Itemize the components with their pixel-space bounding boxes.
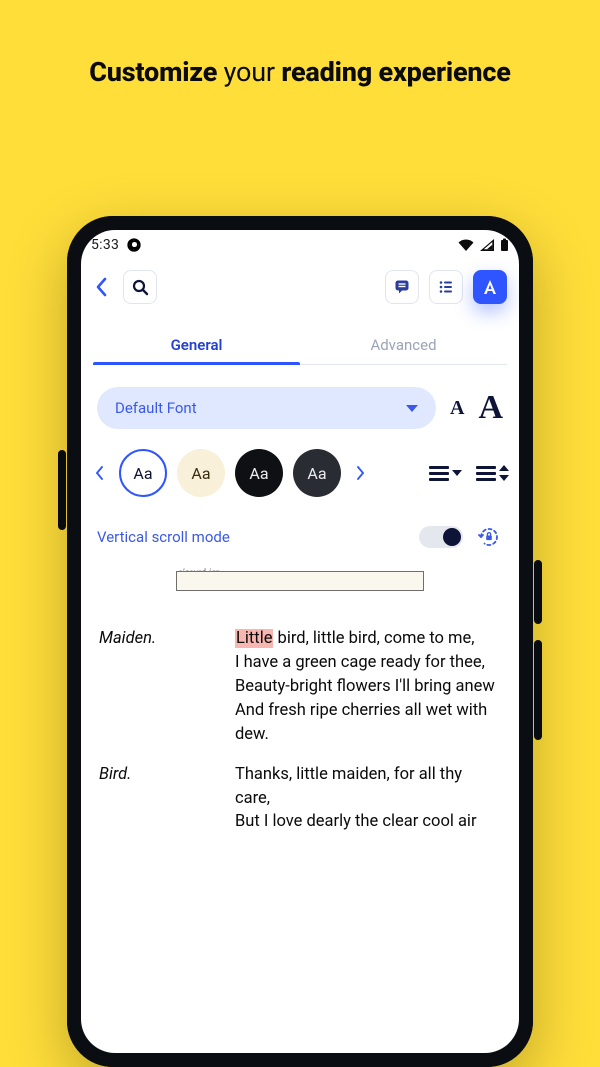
phone-frame: 5:33: [67, 216, 533, 1067]
speaker-label: Maiden.: [99, 627, 209, 747]
statusbar-time: 5:33: [91, 237, 119, 253]
scroll-mode-toggle[interactable]: [419, 526, 463, 548]
tab-advanced[interactable]: Advanced: [300, 328, 507, 364]
reader-toolbar: [81, 260, 519, 310]
phone-screen: 5:33: [81, 230, 519, 1053]
line-height-decrease[interactable]: [429, 465, 462, 481]
theme-white[interactable]: Aa: [119, 449, 167, 497]
chevron-down-icon: [406, 405, 418, 412]
statusbar: 5:33: [81, 230, 519, 260]
line-height-icon: [429, 466, 449, 481]
settings-tabs: General Advanced: [93, 328, 507, 365]
appearance-button[interactable]: [473, 270, 507, 304]
wifi-icon: [458, 239, 474, 251]
back-button[interactable]: [91, 273, 113, 301]
search-button[interactable]: [123, 270, 157, 304]
notes-button[interactable]: [385, 270, 419, 304]
rotation-lock-button[interactable]: [475, 523, 503, 551]
line-height-icon: [476, 466, 496, 481]
phone-side-button: [534, 560, 542, 624]
poem-line: Little bird, little bird, come to me,: [235, 627, 501, 651]
phone-side-button: [58, 450, 66, 530]
promo-headline: Customize your reading experience: [0, 56, 600, 88]
theme-dim[interactable]: Aa: [293, 449, 341, 497]
stanza-lines: Little bird, little bird, come to me, I …: [235, 627, 501, 747]
theme-dark[interactable]: Aa: [235, 449, 283, 497]
stanza-lines: Thanks, little maiden, for all thy care,…: [235, 763, 501, 835]
font-row: Default Font A A: [81, 365, 519, 433]
chevron-left-icon[interactable]: [91, 466, 109, 480]
poem-line: But I love dearly the clear cool air: [235, 810, 501, 834]
toc-button[interactable]: [429, 270, 463, 304]
poem-line: Thanks, little maiden, for all thy care,: [235, 763, 501, 811]
font-select[interactable]: Default Font: [97, 387, 436, 429]
poem-line: I have a green cage ready for thee,: [235, 651, 501, 675]
stanza: Bird. Thanks, little maiden, for all thy…: [99, 763, 501, 835]
scroll-mode-label: Vertical scroll mode: [97, 528, 230, 546]
line-height-increase[interactable]: [476, 465, 509, 481]
theme-sepia[interactable]: Aa: [177, 449, 225, 497]
font-select-label: Default Font: [115, 399, 197, 417]
highlighted-word[interactable]: Little: [235, 629, 273, 648]
triangle-up-icon: [499, 465, 509, 471]
signal-icon: [480, 239, 494, 251]
scroll-mode-row: Vertical scroll mode: [81, 501, 519, 561]
reader-content: Maiden. Little bird, little bird, come t…: [81, 597, 519, 834]
font-size-decrease[interactable]: A: [450, 397, 464, 420]
theme-row: Aa Aa Aa Aa: [81, 433, 519, 501]
font-size-increase[interactable]: A: [478, 391, 503, 425]
poem-line: And fresh ripe cherries all wet with dew…: [235, 699, 501, 747]
statusbar-app-icon: [128, 238, 141, 251]
poem-line: Beauty-bright flowers I'll bring anew: [235, 675, 501, 699]
speaker-label: Bird.: [99, 763, 209, 835]
tab-general[interactable]: General: [93, 328, 300, 364]
chevron-right-icon[interactable]: [351, 466, 369, 480]
illustration-divider: o'gourd-jar~: [170, 565, 430, 597]
triangle-down-icon: [452, 470, 462, 476]
battery-icon: [500, 238, 509, 252]
phone-side-button: [534, 640, 542, 740]
stanza: Maiden. Little bird, little bird, come t…: [99, 627, 501, 747]
triangle-down-icon: [499, 475, 509, 481]
